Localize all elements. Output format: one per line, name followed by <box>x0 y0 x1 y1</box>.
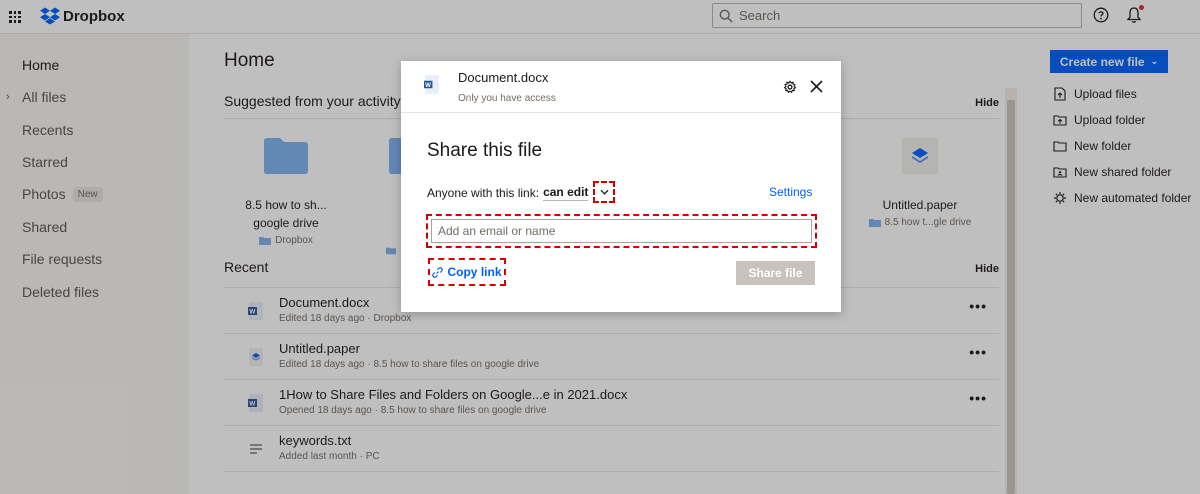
chevron-down-icon <box>599 189 609 195</box>
gear-icon[interactable] <box>783 80 797 94</box>
svg-text:W: W <box>425 82 431 89</box>
dialog-file-name: Document.docx <box>458 70 549 85</box>
access-status: Only you have access <box>458 93 556 104</box>
share-file-button[interactable]: Share file <box>736 261 815 285</box>
link-permission-row: Anyone with this link: can edit <box>427 185 589 201</box>
dialog-header: W Document.docx Only you have access <box>401 61 841 113</box>
email-input-highlight <box>426 214 817 248</box>
copy-link-button[interactable]: Copy link <box>428 258 506 286</box>
share-file-dialog: W Document.docx Only you have access Sha… <box>401 61 841 312</box>
word-doc-icon: W <box>424 75 439 94</box>
settings-link[interactable]: Settings <box>769 185 812 199</box>
close-icon[interactable] <box>810 80 823 93</box>
permission-select[interactable]: can edit <box>543 185 589 201</box>
link-permission-label: Anyone with this link: <box>427 186 540 200</box>
email-or-name-input[interactable] <box>431 219 812 243</box>
dialog-title: Share this file <box>427 140 543 161</box>
link-icon <box>432 266 444 278</box>
permission-dropdown-toggle[interactable] <box>593 181 615 203</box>
